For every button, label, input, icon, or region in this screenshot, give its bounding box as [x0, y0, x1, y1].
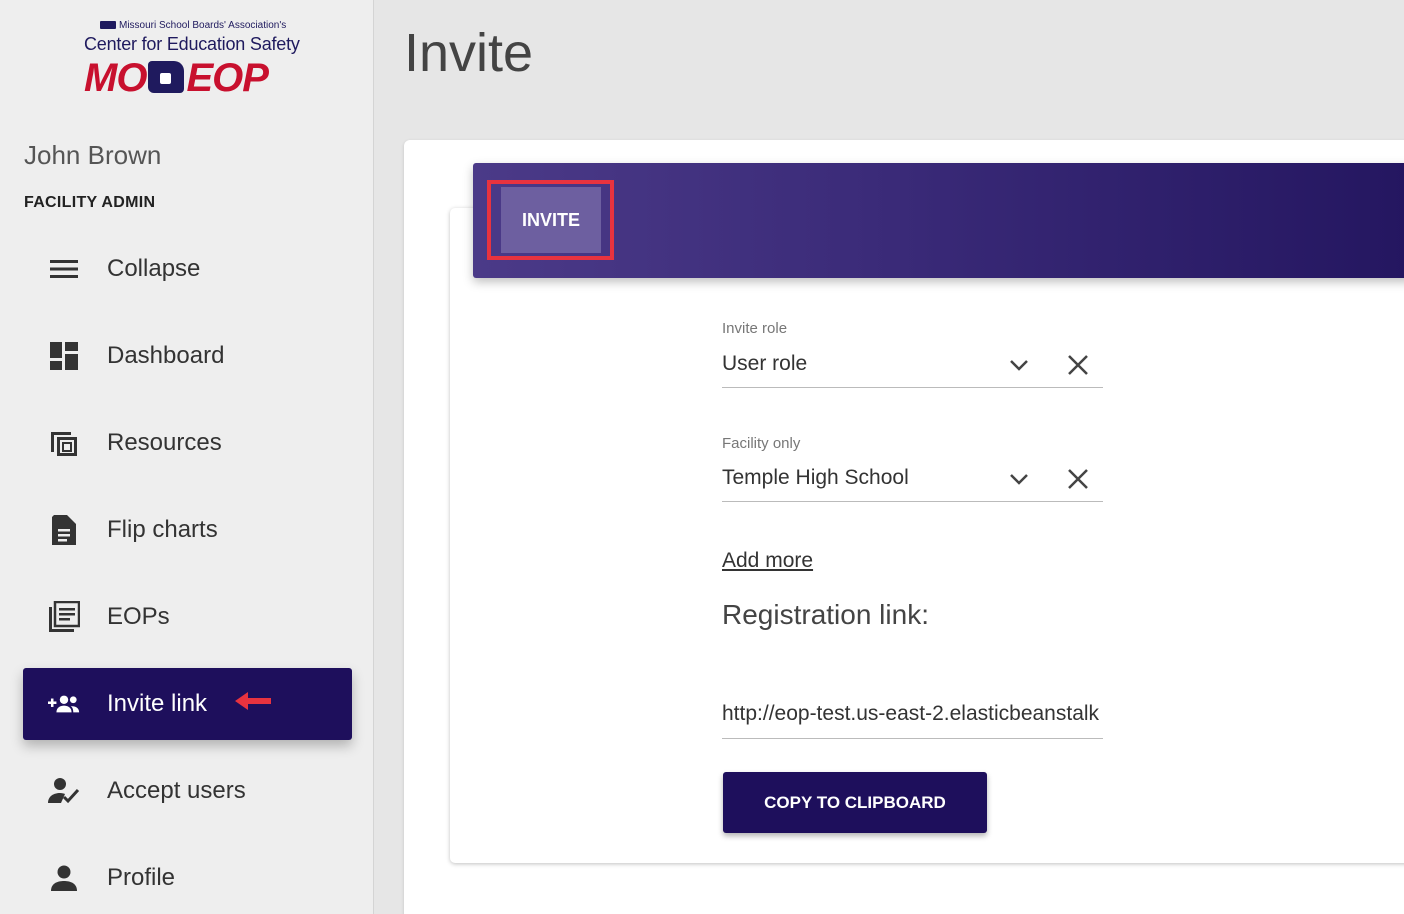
group-add-icon: [48, 688, 80, 720]
mo-eop-logo: Missouri School Boards' Association's Ce…: [84, 20, 314, 100]
copy-to-clipboard-button[interactable]: COPY TO CLIPBOARD: [723, 772, 987, 833]
add-more-link[interactable]: Add more: [722, 549, 813, 573]
nav-label-profile: Profile: [107, 864, 176, 891]
nav-item-resources[interactable]: Resources: [23, 407, 352, 479]
library-icon: [48, 427, 80, 459]
logo-right-text: EOP: [186, 56, 268, 100]
nav-label-accept-users: Accept users: [107, 777, 246, 804]
invite-role-value: User role: [722, 352, 808, 375]
close-icon[interactable]: [1066, 353, 1090, 377]
dashboard-icon: [48, 340, 80, 372]
nav-item-flip-charts[interactable]: Flip charts: [23, 494, 352, 566]
arrow-left-icon: [235, 692, 271, 710]
nav-label-eops: EOPs: [107, 603, 170, 630]
chevron-down-icon[interactable]: [1007, 353, 1031, 377]
nav-item-accept-users[interactable]: Accept users: [23, 755, 352, 827]
nav-label-dashboard: Dashboard: [107, 342, 225, 369]
list-document-icon: [48, 601, 80, 633]
invite-role-label: Invite role: [722, 320, 788, 337]
user-role: FACILITY ADMIN: [24, 194, 156, 211]
user-check-icon: [48, 775, 80, 807]
nav-label-resources: Resources: [107, 429, 222, 456]
menu-icon: [48, 253, 80, 285]
registration-link-field[interactable]: [722, 694, 1103, 739]
missouri-lock-icon: [148, 61, 185, 94]
nav-item-invite-link[interactable]: Invite link: [23, 668, 352, 740]
invite-role-select[interactable]: User role: [722, 342, 1103, 388]
logo-top-text: Missouri School Boards' Association's: [119, 20, 287, 31]
nav-label-invite-link: Invite link: [107, 690, 208, 717]
invite-card: [450, 208, 1404, 863]
tab-invite[interactable]: INVITE: [501, 187, 601, 253]
person-icon: [48, 862, 80, 894]
logo-mid-text: Center for Education Safety: [84, 34, 300, 54]
logo-left-text: MO: [84, 56, 147, 100]
nav-item-collapse[interactable]: Collapse: [23, 233, 352, 305]
nav-item-profile[interactable]: Profile: [23, 842, 352, 914]
facility-value: Temple High School: [722, 466, 909, 489]
facility-select[interactable]: Temple High School: [722, 456, 1103, 502]
user-name: John Brown: [24, 140, 162, 170]
registration-link-title: Registration link:: [722, 599, 929, 630]
nav-label-collapse: Collapse: [107, 255, 201, 282]
facility-label: Facility only: [722, 435, 801, 452]
nav-item-dashboard[interactable]: Dashboard: [23, 320, 352, 392]
document-icon: [48, 514, 80, 546]
page-title: Invite: [404, 23, 534, 83]
sidebar: Missouri School Boards' Association's Ce…: [0, 0, 374, 914]
chevron-down-icon[interactable]: [1007, 467, 1031, 491]
nav-label-flip-charts: Flip charts: [107, 516, 218, 543]
close-icon[interactable]: [1066, 467, 1090, 491]
nav-item-eops[interactable]: EOPs: [23, 581, 352, 653]
flag-icon: [100, 21, 116, 30]
registration-link-input[interactable]: [722, 694, 1103, 734]
